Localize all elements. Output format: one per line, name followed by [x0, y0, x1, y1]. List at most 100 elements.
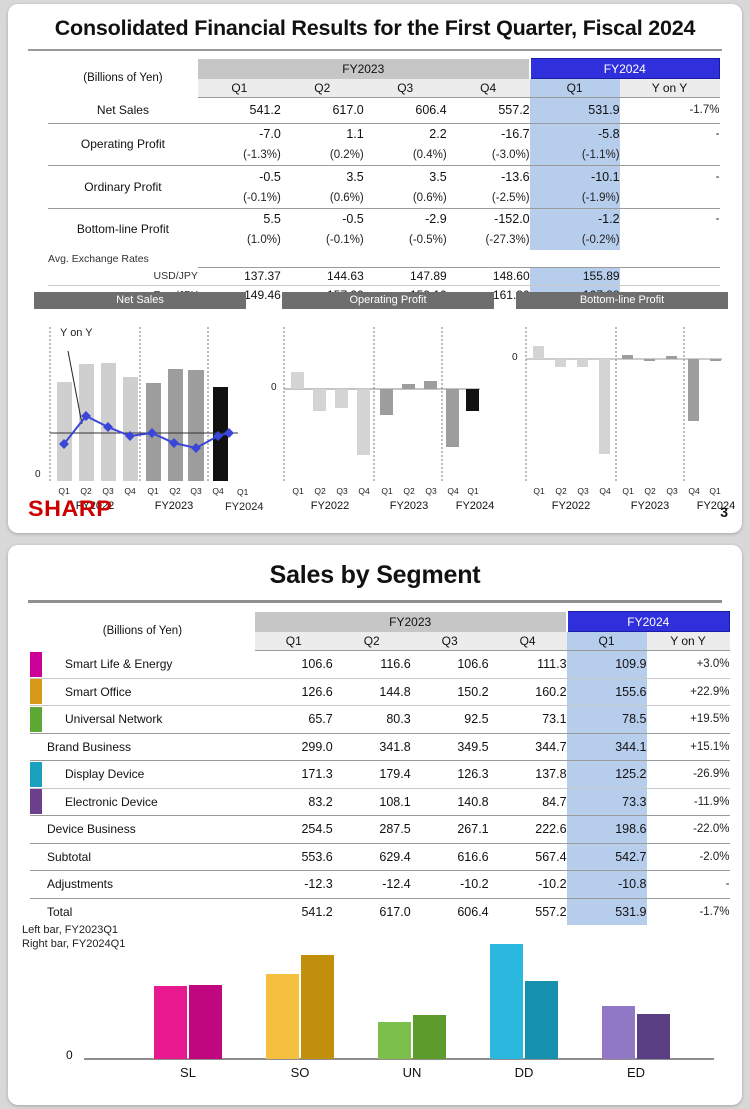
cell-op-ratio-fy23q3: (0.4%) [412, 149, 447, 161]
cell-subtotal-fy23q4: 567.4 [535, 849, 567, 864]
cell-un-fy23q3: 92.5 [464, 712, 489, 727]
chart-net-sales: Net Sales Q1 Q2 Q3 Q4 Q1 Q2 Q3 Q4 FY2022… [22, 292, 264, 522]
svg-text:Q2: Q2 [314, 486, 326, 496]
svg-text:Q3: Q3 [577, 486, 589, 496]
row-label-total: Total [46, 904, 73, 919]
swatch-display-device [30, 761, 43, 788]
cell-ord-yoy: - [715, 170, 720, 183]
row-label-brand-business: Brand Business [46, 739, 132, 754]
cell-ord-fy24q1: -10.1 [529, 165, 620, 188]
cell-so-fy23q4: 160.2 [535, 684, 567, 699]
col-seg-fy2023-q3: Q3 [410, 631, 489, 651]
chart-title-operating-profit: Operating Profit [282, 292, 494, 309]
cell-net-sales-fy24q1: 531.9 [529, 97, 620, 123]
col-seg-fy2023-q4: Q4 [488, 631, 567, 651]
row-label-operating-profit: Operating Profit [80, 137, 165, 152]
cell-op-ratio-fy23q2: (0.2%) [329, 149, 364, 161]
sales-by-segment-table: (Billions of Yen) FY2023 FY2024 Q1 Q2 Q3… [30, 611, 730, 925]
svg-text:Q1: Q1 [467, 486, 479, 496]
table-row: Smart Office 126.6 144.8 150.2 160.2 155… [30, 678, 730, 705]
cell-device-fy23q1: 254.5 [301, 822, 333, 837]
cell-bl-ratio-fy23q3: (-0.5%) [408, 234, 447, 246]
cell-sl-fy23q1: 106.6 [301, 657, 333, 672]
cell-ed-fy23q2: 108.1 [379, 794, 411, 809]
header-fy2024: FY2024 [529, 58, 720, 79]
cell-bl-fy24q1: -1.2 [529, 208, 620, 230]
col-fy2024-q1: Q1 [529, 78, 620, 98]
swatch-smart-life-energy [30, 651, 43, 678]
cell-adj-fy23q4: -10.2 [538, 877, 567, 892]
cell-dd-fy23q3: 126.3 [457, 767, 489, 782]
cell-device-fy23q4: 222.6 [535, 822, 567, 837]
svg-text:Q1: Q1 [147, 486, 159, 496]
chart-category-so: SO [290, 1065, 310, 1080]
table-row: Adjustments -12.3 -12.4 -10.2 -10.2 -10.… [30, 870, 730, 898]
cell-op-fy23q2: 1.1 [346, 127, 364, 142]
chart-zero-left-operating: 0 [271, 382, 277, 393]
row-label-subtotal: Subtotal [46, 849, 92, 864]
cell-net-sales-fy23q4: 557.2 [498, 103, 530, 118]
row-label-smart-life-energy: Smart Life & Energy [64, 657, 173, 671]
chart-plot-bottom-line-profit: Q1 Q2 Q3 Q4 Q1 Q2 Q3 Q4 Q1 FY2022 FY2023 FY2… [504, 309, 736, 514]
cell-ord-ratio-fy23q4: (-2.5%) [491, 191, 530, 204]
chart-category-sl: SL [180, 1065, 196, 1080]
cell-ord-fy23q1: -0.5 [259, 169, 281, 184]
table-row: Device Business 254.5 287.5 267.1 222.6 … [30, 815, 730, 843]
cell-op-ratio-fy24q1: (-1.1%) [529, 145, 620, 165]
table-row: Brand Business 299.0 341.8 349.5 344.7 3… [30, 733, 730, 760]
cell-usd-fy23q2: 144.63 [327, 269, 364, 284]
swatch-universal-network [30, 706, 43, 733]
cell-ed-yoy: -11.9% [693, 795, 730, 808]
svg-text:FY2023: FY2023 [155, 500, 194, 512]
chart-zero-left-net-sales: 0 [35, 469, 41, 480]
cell-brand-fy24q1: 344.1 [566, 733, 647, 760]
svg-text:Q3: Q3 [190, 486, 202, 496]
swatch-electronic-device [30, 788, 43, 815]
cell-dd-fy23q2: 179.4 [379, 767, 411, 782]
svg-text:Q1: Q1 [709, 486, 721, 496]
unit-label-segment: (Billions of Yen) [102, 625, 183, 637]
svg-text:Q3: Q3 [102, 486, 114, 496]
cell-ord-ratio-fy24q1: (-1.9%) [529, 187, 620, 208]
chart-year-fy2024: FY2024 [225, 501, 264, 513]
mini-charts-row: Net Sales Q1 Q2 Q3 Q4 Q1 Q2 Q3 Q4 FY2022… [8, 292, 742, 522]
slide-deck-page: Consolidated Financial Results for the F… [0, 0, 750, 1109]
col-seg-yoy: Y on Y [646, 631, 730, 651]
cell-op-fy24q1: -5.8 [529, 123, 620, 145]
cell-bl-yoy: - [715, 213, 720, 226]
cell-ed-fy23q3: 140.8 [457, 794, 489, 809]
chart-title-bottom-line-profit: Bottom-line Profit [516, 292, 728, 309]
svg-text:FY2024: FY2024 [456, 500, 495, 512]
chart-title-net-sales: Net Sales [34, 292, 246, 309]
svg-text:Q2: Q2 [80, 486, 92, 496]
svg-text:Q4: Q4 [688, 486, 700, 496]
cell-un-fy23q2: 80.3 [386, 712, 411, 727]
cell-total-yoy: -1.7% [699, 905, 730, 918]
cell-usd-fy23q4: 148.60 [492, 269, 530, 284]
svg-text:Q2: Q2 [555, 486, 567, 496]
chart-category-ed: ED [626, 1065, 646, 1080]
cell-total-fy24q1: 531.9 [566, 898, 647, 925]
page-number: 3 [720, 504, 728, 520]
svg-text:Q1: Q1 [58, 486, 70, 496]
cell-op-yoy: - [715, 128, 720, 141]
cell-so-yoy: +22.9% [690, 685, 730, 698]
cell-dd-fy23q4: 137.8 [535, 767, 567, 782]
cell-so-fy23q1: 126.6 [301, 684, 333, 699]
table-row: Bottom-line Profit 5.5 -0.5 -2.9 -152.0 … [48, 208, 720, 236]
cell-net-sales-fy23q3: 606.4 [415, 103, 447, 118]
cell-op-ratio-fy23q4: (-3.0%) [491, 149, 530, 161]
svg-text:Q2: Q2 [403, 486, 415, 496]
row-label-adjustments: Adjustments [46, 877, 114, 892]
row-label-ordinary-profit: Ordinary Profit [84, 179, 162, 194]
row-label-bottom-line-profit: Bottom-line Profit [76, 222, 169, 237]
cell-sl-fy24q1: 109.9 [566, 650, 647, 678]
cell-bl-ratio-fy23q4: (-27.3%) [485, 234, 530, 246]
table-row: Ordinary Profit -0.5 3.5 3.5 -13.6 -10.1… [48, 165, 720, 194]
cell-usd-fy23q3: 147.89 [409, 269, 447, 284]
cell-ed-fy24q1: 73.3 [566, 788, 647, 815]
fx-section-label: Avg. Exchange Rates [48, 252, 149, 265]
cell-ord-fy23q3: 3.5 [429, 169, 447, 184]
header-fy2023: FY2023 [197, 58, 531, 79]
cell-brand-yoy: +15.1% [690, 740, 730, 753]
